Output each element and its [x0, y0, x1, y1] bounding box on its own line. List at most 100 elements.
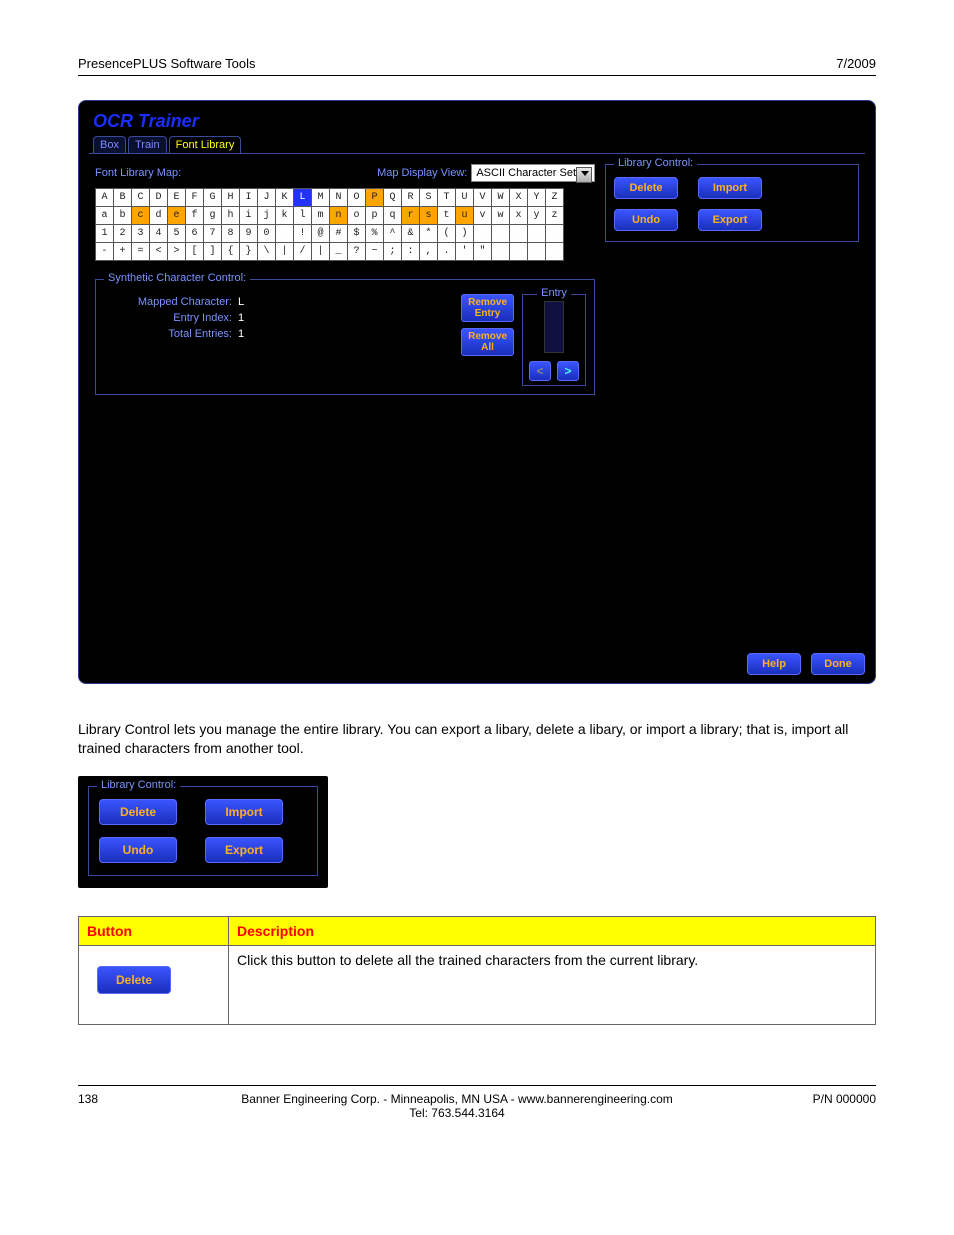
char-cell[interactable]: 8	[222, 225, 240, 243]
char-cell[interactable]: \	[258, 243, 276, 261]
char-cell[interactable]: S	[420, 189, 438, 207]
char-cell[interactable]: 1	[96, 225, 114, 243]
char-cell[interactable]: @	[312, 225, 330, 243]
char-cell[interactable]: [	[186, 243, 204, 261]
crop-import-button[interactable]: Import	[205, 799, 283, 825]
char-cell[interactable]: W	[492, 189, 510, 207]
char-cell[interactable]: j	[258, 207, 276, 225]
crop-delete-button[interactable]: Delete	[99, 799, 177, 825]
char-cell[interactable]: v	[474, 207, 492, 225]
char-cell[interactable]: _	[330, 243, 348, 261]
char-cell[interactable]: |	[312, 243, 330, 261]
char-cell[interactable]: p	[366, 207, 384, 225]
char-cell[interactable]: E	[168, 189, 186, 207]
char-cell[interactable]: G	[204, 189, 222, 207]
undo-button[interactable]: Undo	[614, 209, 678, 231]
char-cell[interactable]: t	[438, 207, 456, 225]
tab-box[interactable]: Box	[93, 136, 126, 153]
char-cell[interactable]: )	[456, 225, 474, 243]
done-button[interactable]: Done	[811, 653, 865, 675]
char-cell[interactable]: 4	[150, 225, 168, 243]
char-cell[interactable]: {	[222, 243, 240, 261]
tab-font-library[interactable]: Font Library	[169, 136, 242, 153]
char-cell[interactable]: X	[510, 189, 528, 207]
char-cell[interactable]: *	[420, 225, 438, 243]
char-cell[interactable]: U	[456, 189, 474, 207]
char-cell[interactable]: e	[168, 207, 186, 225]
char-cell[interactable]: <	[150, 243, 168, 261]
char-cell[interactable]: -	[96, 243, 114, 261]
char-cell[interactable]: B	[114, 189, 132, 207]
char-cell[interactable]: u	[456, 207, 474, 225]
char-cell[interactable]: y	[528, 207, 546, 225]
export-button[interactable]: Export	[698, 209, 762, 231]
delete-button[interactable]: Delete	[614, 177, 678, 199]
char-cell[interactable]: P	[366, 189, 384, 207]
char-cell[interactable]: d	[150, 207, 168, 225]
map-display-view-select[interactable]: ASCII Character Set	[471, 164, 595, 182]
char-cell[interactable]: V	[474, 189, 492, 207]
char-cell[interactable]: h	[222, 207, 240, 225]
char-cell[interactable]: K	[276, 189, 294, 207]
char-cell[interactable]: f	[186, 207, 204, 225]
char-cell[interactable]: |	[276, 243, 294, 261]
char-cell[interactable]: O	[348, 189, 366, 207]
crop-undo-button[interactable]: Undo	[99, 837, 177, 863]
crop-export-button[interactable]: Export	[205, 837, 283, 863]
char-cell[interactable]: 3	[132, 225, 150, 243]
char-cell[interactable]: #	[330, 225, 348, 243]
char-cell[interactable]: R	[402, 189, 420, 207]
char-cell[interactable]: i	[240, 207, 258, 225]
char-cell[interactable]: (	[438, 225, 456, 243]
remove-entry-button[interactable]: RemoveEntry	[461, 294, 514, 322]
char-cell[interactable]: k	[276, 207, 294, 225]
import-button[interactable]: Import	[698, 177, 762, 199]
char-cell[interactable]: !	[294, 225, 312, 243]
char-cell[interactable]: ^	[384, 225, 402, 243]
char-cell[interactable]: Z	[546, 189, 564, 207]
char-cell[interactable]: >	[168, 243, 186, 261]
char-cell[interactable]: /	[294, 243, 312, 261]
char-cell[interactable]: 0	[258, 225, 276, 243]
char-cell[interactable]: =	[132, 243, 150, 261]
entry-prev-button[interactable]: <	[529, 361, 551, 381]
char-cell[interactable]: 6	[186, 225, 204, 243]
char-cell[interactable]: 2	[114, 225, 132, 243]
char-cell[interactable]: T	[438, 189, 456, 207]
char-cell[interactable]: J	[258, 189, 276, 207]
char-cell[interactable]: ]	[204, 243, 222, 261]
char-cell[interactable]: &	[402, 225, 420, 243]
char-cell[interactable]: M	[312, 189, 330, 207]
tab-train[interactable]: Train	[128, 136, 167, 153]
char-cell[interactable]: ,	[420, 243, 438, 261]
char-cell[interactable]: L	[294, 189, 312, 207]
char-cell[interactable]: H	[222, 189, 240, 207]
char-cell[interactable]: a	[96, 207, 114, 225]
char-cell[interactable]: I	[240, 189, 258, 207]
char-cell[interactable]: F	[186, 189, 204, 207]
char-cell[interactable]: D	[150, 189, 168, 207]
char-cell[interactable]: l	[294, 207, 312, 225]
char-cell[interactable]: $	[348, 225, 366, 243]
char-cell[interactable]: :	[402, 243, 420, 261]
char-cell[interactable]: N	[330, 189, 348, 207]
char-cell[interactable]: '	[456, 243, 474, 261]
char-cell[interactable]: x	[510, 207, 528, 225]
table-delete-button[interactable]: Delete	[97, 966, 171, 994]
char-cell[interactable]: "	[474, 243, 492, 261]
char-cell[interactable]: c	[132, 207, 150, 225]
char-cell[interactable]: %	[366, 225, 384, 243]
char-cell[interactable]: m	[312, 207, 330, 225]
char-cell[interactable]: A	[96, 189, 114, 207]
char-cell[interactable]: C	[132, 189, 150, 207]
char-cell[interactable]: ?	[348, 243, 366, 261]
char-cell[interactable]: g	[204, 207, 222, 225]
entry-next-button[interactable]: >	[557, 361, 579, 381]
char-cell[interactable]: ;	[384, 243, 402, 261]
char-cell[interactable]: n	[330, 207, 348, 225]
char-cell[interactable]: +	[114, 243, 132, 261]
char-cell[interactable]: w	[492, 207, 510, 225]
char-cell[interactable]: 5	[168, 225, 186, 243]
char-cell[interactable]: s	[420, 207, 438, 225]
char-cell[interactable]: z	[546, 207, 564, 225]
